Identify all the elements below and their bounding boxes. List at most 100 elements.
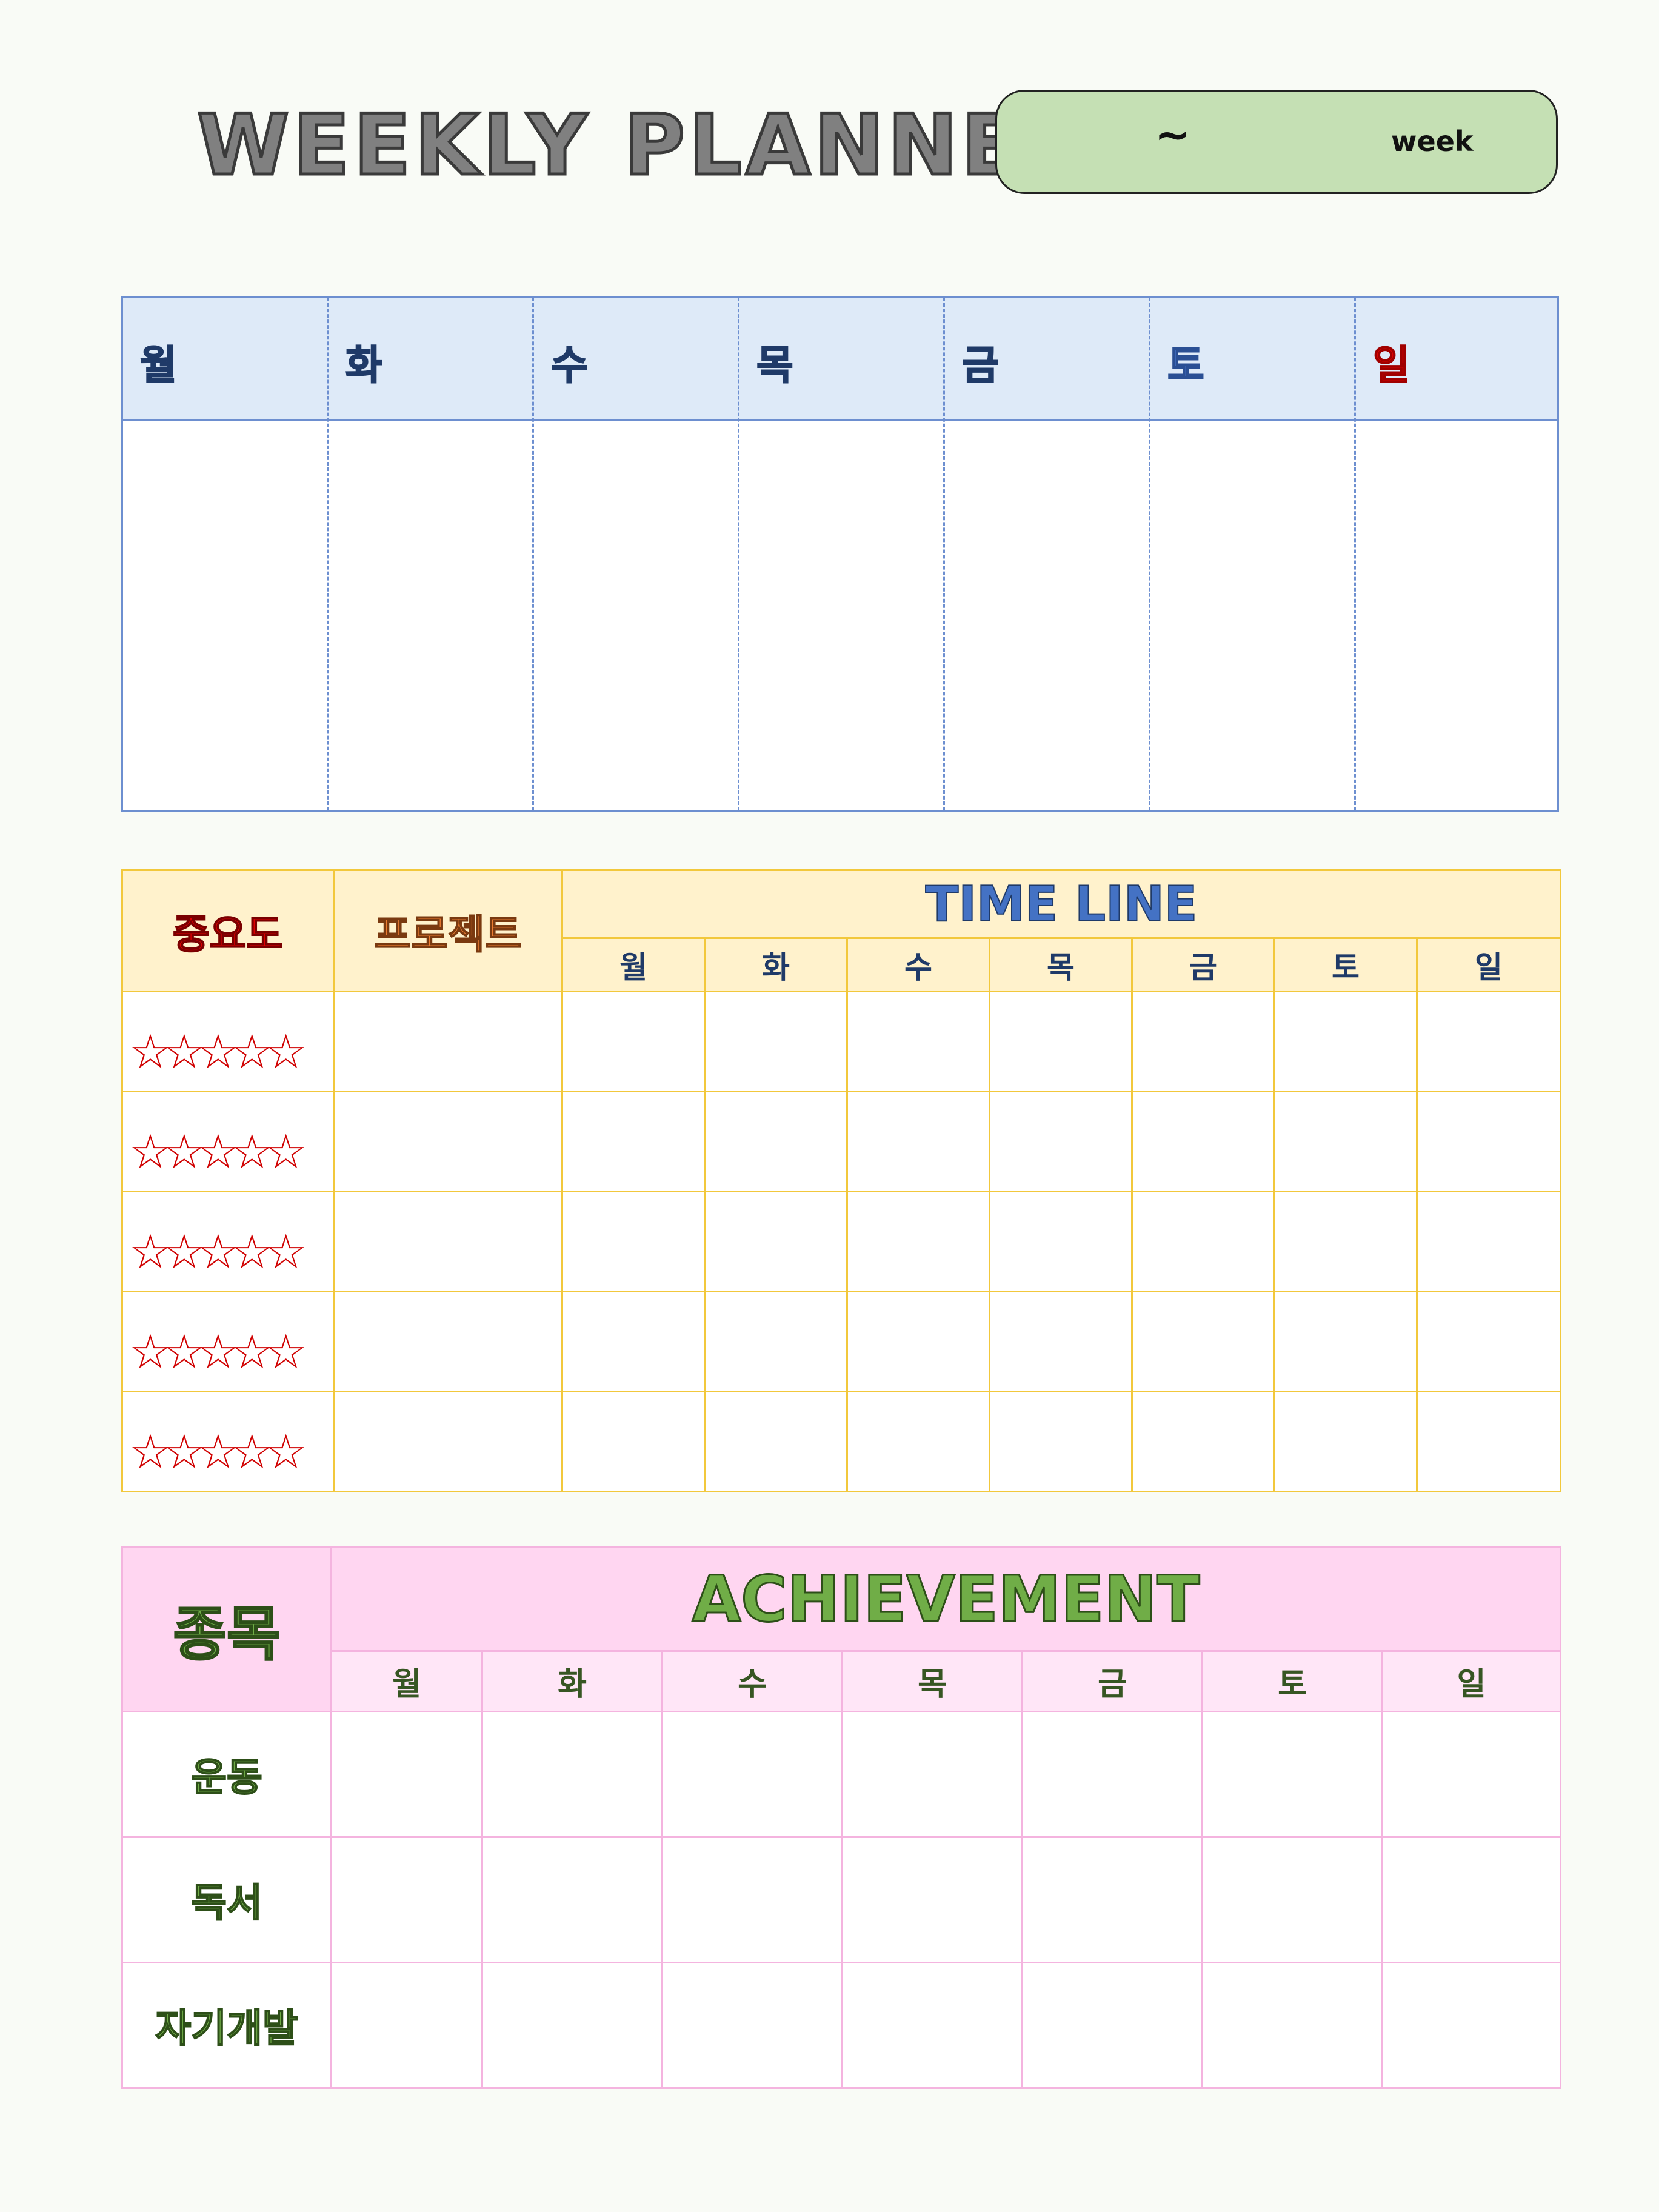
timeline-cell[interactable] (1131, 991, 1275, 1092)
timeline-cell[interactable] (1131, 1391, 1275, 1492)
timeline-cell[interactable] (989, 991, 1133, 1092)
achievement-cell[interactable] (1021, 1711, 1203, 1838)
timeline-cell[interactable] (1273, 1191, 1418, 1292)
timeline-cell[interactable] (1415, 1291, 1562, 1392)
achievement-day: 일 (1381, 1650, 1562, 1712)
project-cell[interactable] (333, 991, 563, 1092)
timeline-day: 수 (846, 937, 990, 992)
timeline-day: 목 (989, 937, 1133, 992)
timeline-cell[interactable] (1273, 1291, 1418, 1392)
timeline-cell[interactable] (989, 1291, 1133, 1392)
star-icons: ☆☆☆☆☆ (129, 1325, 307, 1380)
timeline-cell[interactable] (1273, 1391, 1418, 1492)
timeline-cell[interactable] (1415, 1391, 1562, 1492)
timeline-cell[interactable] (561, 991, 706, 1092)
project-cell[interactable] (333, 1191, 563, 1292)
timeline-day: 일 (1415, 937, 1562, 992)
achievement-row-label: 자기개발 (121, 1962, 332, 2089)
page-title: WEEKLY PLANNER (196, 95, 1090, 195)
achievement-cell[interactable] (481, 1962, 663, 2089)
achievement-cell[interactable] (1201, 1836, 1383, 1963)
achievement-cell[interactable] (1201, 1962, 1383, 2089)
timeline-row: ☆☆☆☆☆ (121, 991, 1562, 1092)
weekly-schedule-table: 월 화 수 목 금 토 일 (121, 296, 1559, 812)
achievement-row-label: 독서 (121, 1836, 332, 1963)
timeline-cell[interactable] (846, 1291, 990, 1392)
timeline-cell[interactable] (846, 1091, 990, 1192)
project-cell[interactable] (333, 1091, 563, 1192)
star-rating[interactable]: ☆☆☆☆☆ (121, 991, 335, 1092)
achievement-cell[interactable] (330, 1836, 483, 1963)
timeline-cell[interactable] (846, 1191, 990, 1292)
timeline-cell[interactable] (561, 1091, 706, 1192)
achievement-cell[interactable] (1201, 1711, 1383, 1838)
achievement-table: 종목 ACHIEVEMENT 월 화 수 목 금 토 일 운동 독서 자기개발 (121, 1546, 1562, 2089)
timeline-row: ☆☆☆☆☆ (121, 1091, 1562, 1192)
timeline-day: 화 (704, 937, 848, 992)
achievement-cell[interactable] (481, 1836, 663, 1963)
timeline-cell[interactable] (1273, 1091, 1418, 1192)
timeline-cell[interactable] (704, 1091, 848, 1192)
timeline-cell[interactable] (1415, 991, 1562, 1092)
star-rating[interactable]: ☆☆☆☆☆ (121, 1291, 335, 1392)
star-rating[interactable]: ☆☆☆☆☆ (121, 1091, 335, 1192)
achievement-cell[interactable] (1381, 1711, 1562, 1838)
timeline-cell[interactable] (1131, 1191, 1275, 1292)
weekly-column-sat[interactable]: 토 (1150, 298, 1356, 810)
achievement-cell[interactable] (1381, 1836, 1562, 1963)
achievement-cell[interactable] (661, 1962, 843, 2089)
achievement-cell[interactable] (1021, 1962, 1203, 2089)
timeline-cell[interactable] (846, 1391, 990, 1492)
weekly-column-fri[interactable]: 금 (945, 298, 1150, 810)
weekly-column-sun[interactable]: 일 (1356, 298, 1557, 810)
timeline-cell[interactable] (1415, 1191, 1562, 1292)
achievement-cell[interactable] (1381, 1962, 1562, 2089)
timeline-cell[interactable] (704, 1391, 848, 1492)
achievement-cell[interactable] (841, 1711, 1023, 1838)
timeline-cell[interactable] (561, 1391, 706, 1492)
timeline-cell[interactable] (989, 1191, 1133, 1292)
achievement-cell[interactable] (1021, 1836, 1203, 1963)
achievement-cell[interactable] (330, 1962, 483, 2089)
achievement-cell[interactable] (481, 1711, 663, 1838)
achievement-cell[interactable] (330, 1711, 483, 1838)
timeline-cell[interactable] (1131, 1091, 1275, 1192)
timeline-cell[interactable] (704, 991, 848, 1092)
project-cell[interactable] (333, 1291, 563, 1392)
week-range-separator: ~ (1155, 110, 1190, 159)
weekly-column-mon[interactable]: 월 (123, 298, 329, 810)
star-icons: ☆☆☆☆☆ (129, 1125, 307, 1180)
importance-header: 중요도 (121, 869, 335, 992)
achievement-row-label: 운동 (121, 1711, 332, 1838)
timeline-cell[interactable] (846, 991, 990, 1092)
timeline-cell[interactable] (1273, 991, 1418, 1092)
weekly-day-label: 목 (756, 341, 794, 389)
timeline-cell[interactable] (1131, 1291, 1275, 1392)
project-cell[interactable] (333, 1391, 563, 1492)
timeline-cell[interactable] (561, 1291, 706, 1392)
timeline-cell[interactable] (989, 1091, 1133, 1192)
timeline-row: ☆☆☆☆☆ (121, 1391, 1562, 1492)
star-icons: ☆☆☆☆☆ (129, 1225, 307, 1280)
timeline-cell[interactable] (704, 1291, 848, 1392)
weekly-column-tue[interactable]: 화 (329, 298, 534, 810)
weekly-column-wed[interactable]: 수 (534, 298, 739, 810)
achievement-day: 목 (841, 1650, 1023, 1712)
weekly-column-thu[interactable]: 목 (739, 298, 945, 810)
achievement-cell[interactable] (661, 1836, 843, 1963)
timeline-cell[interactable] (561, 1191, 706, 1292)
timeline-cell[interactable] (989, 1391, 1133, 1492)
achievement-row: 운동 (121, 1711, 1562, 1838)
timeline-table: 중요도 프로젝트 TIME LINE 월 화 수 목 금 토 일 ☆☆☆☆☆ ☆… (121, 869, 1562, 1492)
timeline-cell[interactable] (1415, 1091, 1562, 1192)
week-range-box[interactable]: ~ week (995, 90, 1558, 194)
achievement-cell[interactable] (841, 1962, 1023, 2089)
timeline-cell[interactable] (704, 1191, 848, 1292)
star-rating[interactable]: ☆☆☆☆☆ (121, 1391, 335, 1492)
weekly-day-label: 월 (139, 341, 178, 389)
star-rating[interactable]: ☆☆☆☆☆ (121, 1191, 335, 1292)
achievement-row: 독서 (121, 1836, 1562, 1963)
weekly-day-label: 수 (550, 341, 589, 389)
achievement-cell[interactable] (841, 1836, 1023, 1963)
achievement-cell[interactable] (661, 1711, 843, 1838)
